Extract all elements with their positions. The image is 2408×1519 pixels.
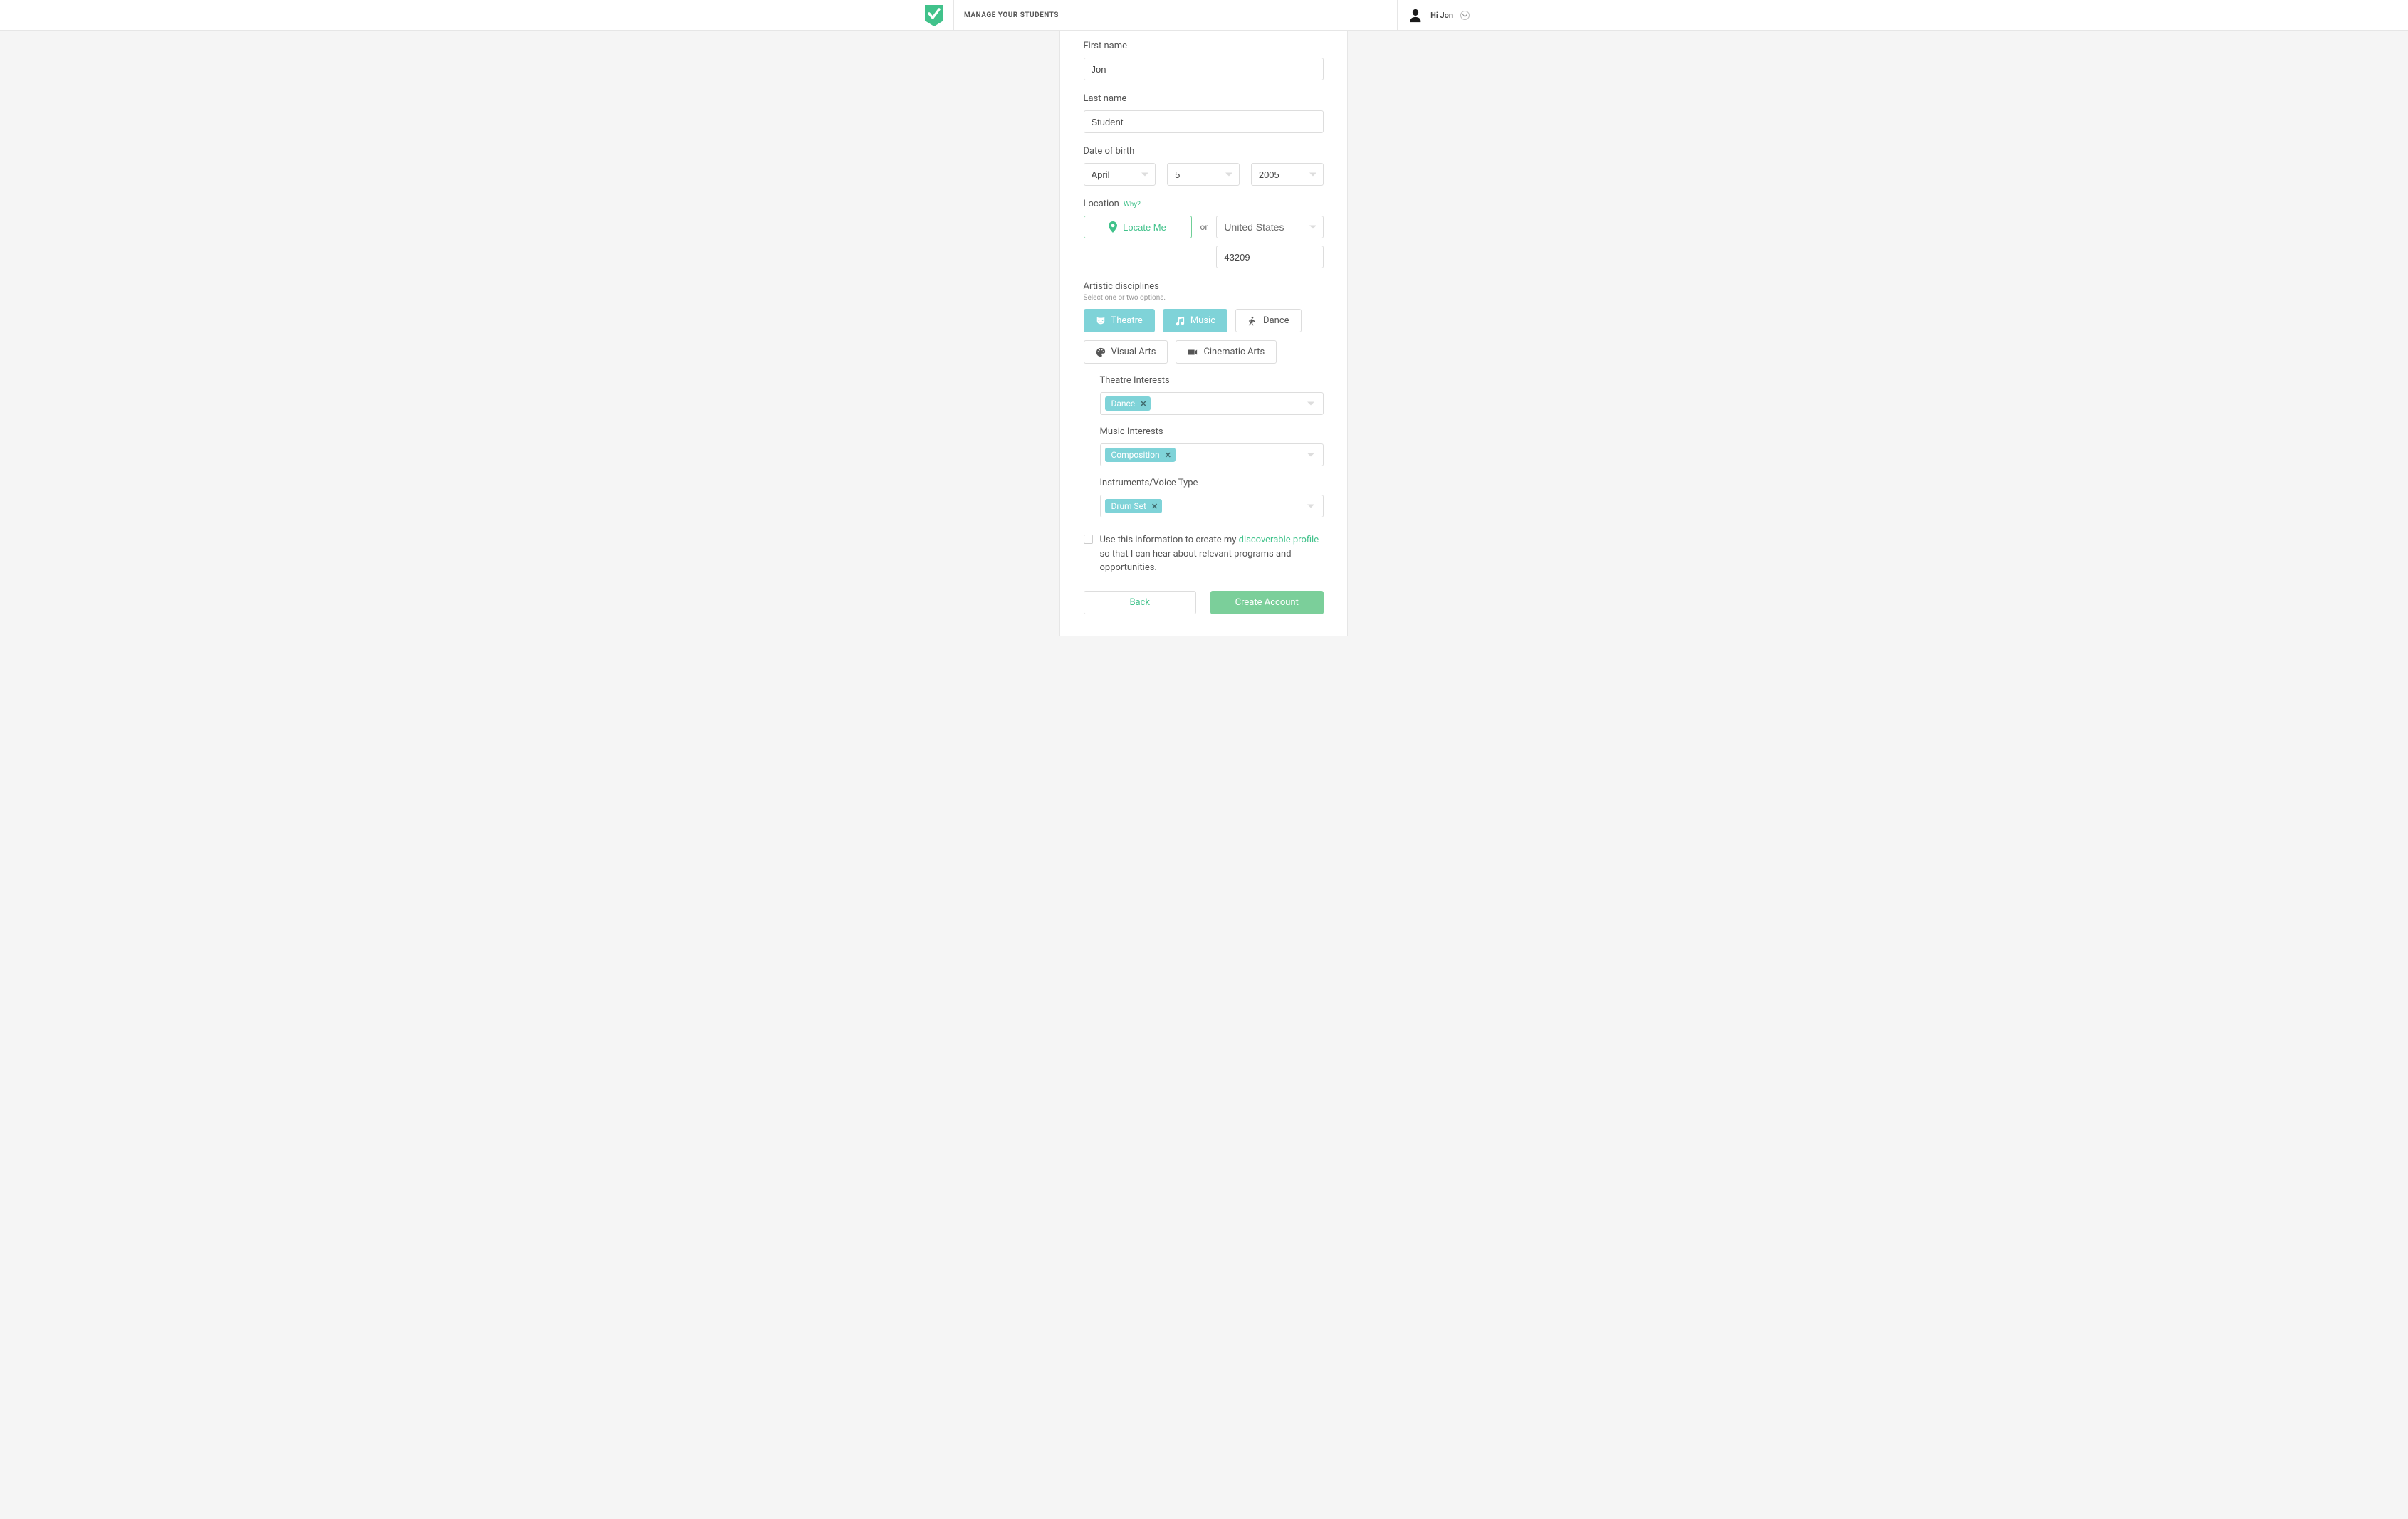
- disciplines-hint: Select one or two options.: [1084, 294, 1324, 302]
- postal-code-input[interactable]: [1216, 246, 1323, 268]
- first-name-input[interactable]: [1084, 58, 1324, 80]
- pin-icon: [1109, 221, 1117, 233]
- tag-remove-icon[interactable]: ✕: [1151, 503, 1158, 510]
- avatar-icon: [1408, 8, 1423, 23]
- chevron-down-icon: [1307, 402, 1314, 406]
- discoverable-profile-link[interactable]: discoverable profile: [1239, 535, 1319, 545]
- chevron-down-icon: [1141, 173, 1148, 177]
- tag-music-composition: Composition ✕: [1105, 448, 1176, 462]
- chevron-down-icon: [1307, 505, 1314, 508]
- user-greeting: Hi Jon: [1430, 11, 1453, 20]
- or-text: or: [1200, 222, 1208, 232]
- form-card: First name Last name Date of birth: [1059, 31, 1348, 636]
- nav-label: MANAGE YOUR STUDENTS: [964, 11, 1059, 19]
- dob-month-select[interactable]: [1084, 163, 1156, 186]
- last-name-label: Last name: [1084, 93, 1324, 104]
- tag-instrument-drumset: Drum Set ✕: [1105, 499, 1163, 513]
- logo-icon: [925, 5, 943, 26]
- theatre-icon: [1096, 316, 1106, 326]
- chevron-down-icon: [1309, 173, 1316, 177]
- disciplines-label: Artistic disciplines: [1084, 281, 1324, 292]
- top-bar: MANAGE YOUR STUDENTS Hi Jon: [0, 0, 2408, 31]
- theatre-interests-select[interactable]: Dance ✕: [1100, 392, 1324, 415]
- country-select[interactable]: [1216, 216, 1323, 238]
- chip-cinematic-arts[interactable]: Cinematic Arts: [1176, 340, 1277, 364]
- visual-arts-icon: [1096, 347, 1106, 357]
- instruments-select[interactable]: Drum Set ✕: [1100, 495, 1324, 517]
- first-name-label: First name: [1084, 41, 1324, 51]
- create-account-button[interactable]: Create Account: [1210, 591, 1324, 614]
- instruments-label: Instruments/Voice Type: [1100, 478, 1324, 488]
- tag-remove-icon[interactable]: ✕: [1165, 451, 1171, 459]
- logo[interactable]: [925, 0, 943, 31]
- music-interests-select[interactable]: Composition ✕: [1100, 443, 1324, 466]
- user-menu[interactable]: Hi Jon: [1397, 0, 1480, 31]
- chip-music[interactable]: Music: [1163, 309, 1227, 332]
- nav-manage-students[interactable]: MANAGE YOUR STUDENTS: [953, 0, 1069, 31]
- chip-dance[interactable]: Dance: [1235, 309, 1301, 332]
- chevron-down-icon: [1307, 453, 1314, 457]
- music-interests-label: Music Interests: [1100, 426, 1324, 437]
- chip-theatre[interactable]: Theatre: [1084, 309, 1155, 332]
- tag-theatre-dance: Dance ✕: [1105, 396, 1151, 411]
- theatre-interests-label: Theatre Interests: [1100, 375, 1324, 386]
- dance-icon: [1247, 316, 1257, 326]
- last-name-input[interactable]: [1084, 110, 1324, 133]
- discoverable-checkbox[interactable]: [1084, 535, 1093, 544]
- chip-visual-arts[interactable]: Visual Arts: [1084, 340, 1168, 364]
- back-button[interactable]: Back: [1084, 591, 1197, 614]
- consent-text: Use this information to create my discov…: [1100, 533, 1324, 575]
- dob-day-select[interactable]: [1167, 163, 1240, 186]
- chevron-down-icon: [1225, 173, 1232, 177]
- cinematic-arts-icon: [1188, 347, 1198, 357]
- tag-remove-icon[interactable]: ✕: [1140, 400, 1146, 408]
- chevron-down-icon: [1460, 11, 1470, 20]
- chevron-down-icon: [1309, 226, 1316, 229]
- dob-year-select[interactable]: [1251, 163, 1324, 186]
- location-why-link[interactable]: Why?: [1124, 201, 1141, 209]
- locate-me-button[interactable]: Locate Me: [1084, 216, 1192, 238]
- location-label: Location Why?: [1084, 199, 1324, 209]
- music-icon: [1175, 316, 1185, 326]
- dob-label: Date of birth: [1084, 146, 1324, 157]
